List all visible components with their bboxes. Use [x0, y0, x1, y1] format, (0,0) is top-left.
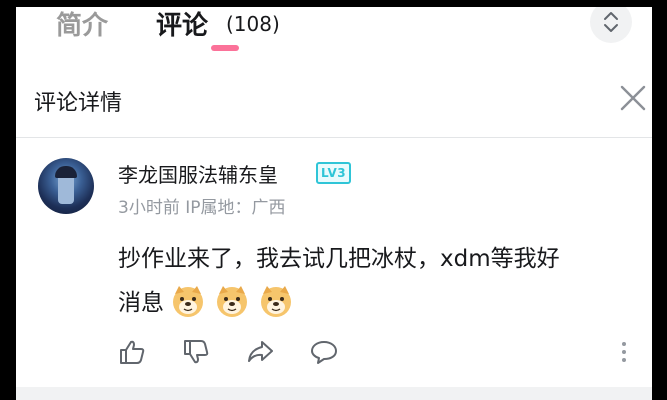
comment-text-line-2-text: 消息 — [118, 290, 164, 316]
comment-username[interactable]: 李龙国服法辅东皇 — [118, 159, 278, 188]
panel-title: 评论详情 — [34, 91, 123, 116]
reply-button[interactable] — [308, 337, 340, 367]
doge-emoji — [261, 286, 292, 317]
avatar-hair — [55, 166, 77, 178]
close-icon — [620, 85, 646, 111]
close-button[interactable] — [618, 83, 648, 113]
doge-emoji — [173, 286, 204, 317]
thumbs-down-icon — [184, 340, 209, 364]
active-tab-indicator — [211, 45, 239, 51]
like-button[interactable] — [116, 337, 148, 367]
reply-divider — [16, 387, 652, 400]
more-options-button[interactable] — [612, 339, 636, 365]
comments-count: (108) — [226, 12, 280, 36]
more-vertical-icon — [622, 342, 626, 346]
comment-actions — [116, 337, 636, 367]
video-page: 简介 评论 (108) 评论详情 李龙国服法辅东皇 LV3 3小时前 IP属地：… — [16, 7, 652, 400]
more-vertical-icon-dot — [622, 350, 626, 354]
level-badge: LV3 — [316, 162, 352, 184]
comment-text-line-2: 消息 — [118, 283, 303, 318]
doge-emoji — [217, 286, 248, 317]
dislike-button[interactable] — [180, 337, 212, 367]
chevron-up-down-icon — [604, 12, 618, 32]
share-icon — [248, 341, 273, 362]
comment-detail-header: 评论详情 — [16, 67, 652, 138]
thumbs-up-icon — [120, 340, 145, 364]
tab-comments[interactable]: 评论 — [156, 7, 208, 42]
comment-text-line-1: 抄作业来了，我去试几把冰杖，xdm等我好 — [118, 246, 560, 272]
avatar[interactable] — [38, 158, 94, 214]
comment-icon — [311, 341, 337, 364]
tab-bar: 简介 评论 (108) — [16, 7, 652, 67]
comment-meta: 3小时前 IP属地：广西 — [118, 198, 286, 218]
collapse-button[interactable] — [590, 7, 632, 43]
tab-intro[interactable]: 简介 — [56, 7, 108, 42]
more-vertical-icon-dot — [622, 358, 626, 362]
share-button[interactable] — [244, 337, 276, 367]
